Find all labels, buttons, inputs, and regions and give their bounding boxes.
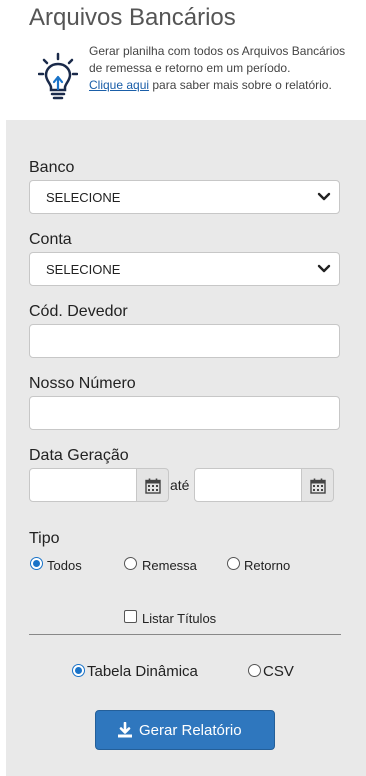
cod-devedor-label: Cód. Devedor	[29, 303, 128, 320]
banco-label: Banco	[29, 159, 75, 176]
listar-titulos-label: Listar Títulos	[142, 611, 217, 626]
listar-titulos-checkbox[interactable]	[124, 610, 137, 623]
gerar-relatorio-button[interactable]: Gerar Relatório	[95, 710, 275, 750]
banco-select-value: SELECIONE	[46, 190, 121, 205]
data-geracao-label: Data Geração	[29, 447, 129, 464]
banco-select[interactable]: SELECIONE	[29, 180, 340, 214]
formato-tabela-label: Tabela Dinâmica	[87, 663, 198, 680]
calendar-icon	[310, 478, 326, 494]
report-description: Gerar planilha com todos os Arquivos Ban…	[89, 43, 349, 94]
description-text: Gerar planilha com todos os Arquivos Ban…	[89, 44, 346, 75]
tipo-todos-radio[interactable]	[30, 557, 43, 570]
formato-csv-label: CSV	[263, 663, 294, 680]
chevron-down-icon	[317, 192, 331, 201]
conta-label: Conta	[29, 231, 72, 248]
gerar-relatorio-label: Gerar Relatório	[139, 722, 242, 739]
data-inicio-calendar-button[interactable]	[137, 468, 169, 502]
conta-select[interactable]: SELECIONE	[29, 252, 340, 286]
tipo-label: Tipo	[29, 530, 60, 547]
data-inicio-input[interactable]	[29, 468, 137, 502]
learn-more-link[interactable]: Clique aqui	[89, 78, 149, 92]
chevron-down-icon	[317, 264, 331, 273]
cod-devedor-input[interactable]	[29, 324, 340, 358]
conta-select-value: SELECIONE	[46, 262, 121, 277]
tipo-remessa-radio[interactable]	[124, 557, 137, 570]
data-fim-calendar-button[interactable]	[302, 468, 334, 502]
page-title: Arquivos Bancários	[29, 4, 236, 31]
calendar-icon	[145, 478, 161, 494]
data-fim-input[interactable]	[194, 468, 302, 502]
link-suffix: para saber mais sobre o relatório.	[149, 78, 332, 92]
download-icon	[118, 722, 132, 738]
divider	[29, 634, 341, 635]
tipo-retorno-radio[interactable]	[227, 557, 240, 570]
formato-tabela-radio[interactable]	[72, 664, 85, 677]
tipo-remessa-label: Remessa	[142, 558, 197, 573]
nosso-numero-label: Nosso Número	[29, 375, 136, 392]
nosso-numero-input[interactable]	[29, 396, 340, 430]
lightbulb-icon	[38, 52, 78, 100]
tipo-todos-label: Todos	[47, 558, 82, 573]
formato-csv-radio[interactable]	[248, 664, 261, 677]
tipo-retorno-label: Retorno	[244, 558, 291, 573]
ate-label: até	[170, 477, 190, 493]
